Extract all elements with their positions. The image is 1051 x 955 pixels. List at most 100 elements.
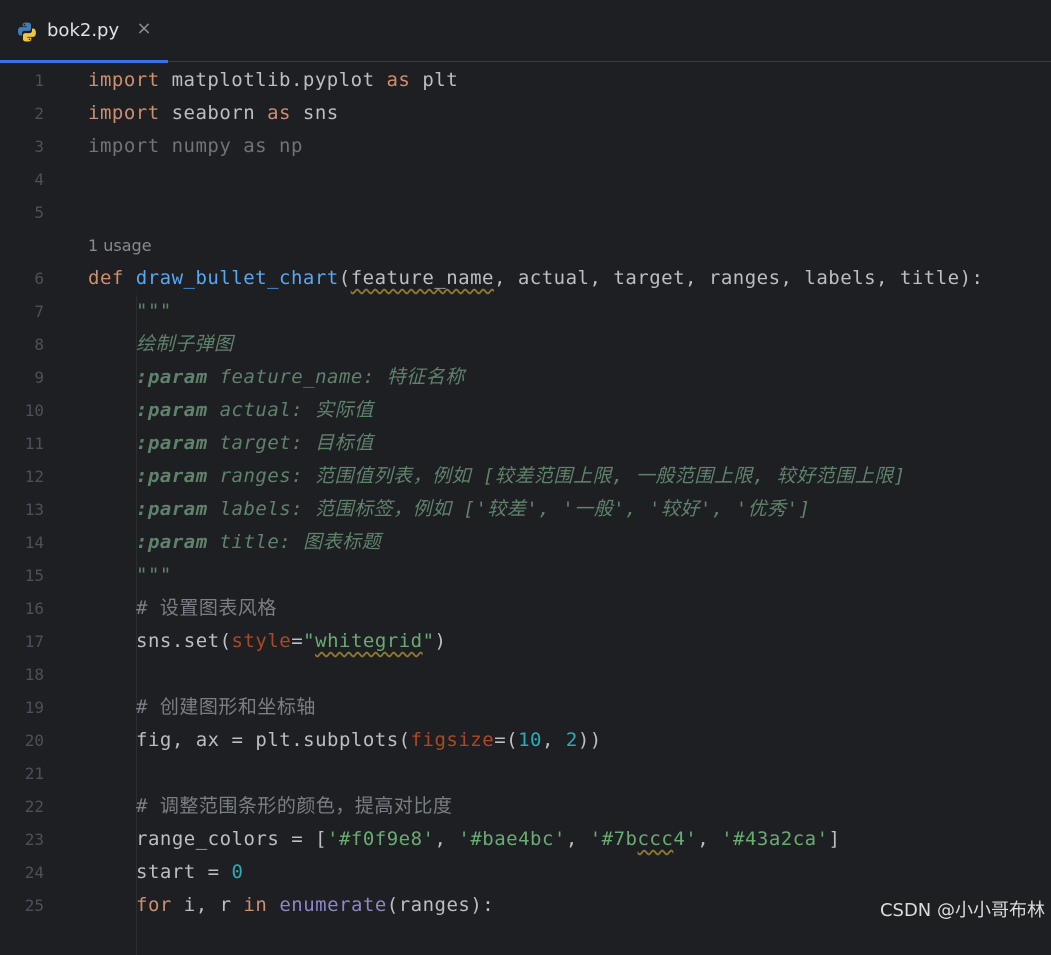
docstring-tag: :param — [136, 399, 208, 421]
code-token: ( — [338, 267, 351, 289]
number-token: 0 — [231, 861, 244, 883]
comment-token: # 创建图形和坐标轴 — [136, 696, 316, 718]
code-token: , — [434, 828, 459, 850]
code-line: 22 # 调整范围条形的颜色，提高对比度 — [0, 790, 1051, 823]
string-token: " — [422, 630, 435, 652]
code-line: 2 import seaborn as sns — [0, 97, 1051, 130]
line-number: 3 — [34, 137, 44, 156]
docstring-token: labels: — [207, 498, 316, 520]
docstring-token: 图表标题 — [303, 531, 382, 553]
code-token: start = — [136, 861, 232, 883]
code-line: 23 range_colors = ['#f0f9e8', '#bae4bc',… — [0, 823, 1051, 856]
code-token: , actual, target, ranges, labels, title)… — [493, 267, 984, 289]
code-line: 19 # 创建图形和坐标轴 — [0, 691, 1051, 724]
docstring-tag: :param — [136, 366, 208, 388]
keyword-token: import — [88, 69, 160, 91]
editor-tab-bar: bok2.py × — [0, 0, 1051, 63]
code-token: sns — [290, 102, 339, 124]
line-number: 15 — [24, 566, 44, 585]
docstring-token: target: — [207, 432, 316, 454]
code-token: )) — [577, 729, 602, 751]
code-token: i, r — [171, 894, 244, 916]
line-number: 19 — [24, 698, 44, 717]
line-number: 5 — [34, 203, 44, 222]
code-token: , — [697, 828, 722, 850]
line-number: 21 — [24, 764, 44, 783]
string-token: '#f0f9e8' — [327, 828, 435, 850]
keyword-token: def — [88, 267, 124, 289]
code-token: range_colors = [ — [136, 828, 328, 850]
code-line: 17 sns.set(style="whitegrid") — [0, 625, 1051, 658]
line-number: 6 — [34, 269, 44, 288]
code-line: 3 import numpy as np — [0, 130, 1051, 163]
code-line: 1 import matplotlib.pyplot as plt — [0, 64, 1051, 97]
file-tab-bok2[interactable]: bok2.py × — [0, 0, 168, 63]
unused-import-line: import numpy as np — [88, 135, 303, 157]
code-line: 15 """ — [0, 559, 1051, 592]
line-number: 13 — [24, 500, 44, 519]
usage-inlay-hint[interactable]: 1 usage — [88, 229, 152, 262]
code-line: 13 :param labels: 范围标签，例如 ['较差', '一般', '… — [0, 493, 1051, 526]
tab-title: bok2.py — [47, 20, 120, 41]
builtin-token: enumerate — [279, 894, 387, 916]
code-token: (ranges): — [386, 894, 495, 916]
code-line: 14 :param title: 图表标题 — [0, 526, 1051, 559]
keyword-token: for — [136, 894, 172, 916]
docstring-token: ranges: — [207, 465, 316, 487]
line-number: 25 — [24, 896, 44, 915]
line-number: 20 — [24, 731, 44, 750]
code-token: sns.set( — [136, 630, 232, 652]
line-number: 2 — [34, 104, 44, 123]
code-token: = — [291, 630, 304, 652]
code-token: matplotlib.pyplot — [159, 69, 387, 91]
number-token: 10 — [518, 729, 542, 751]
string-token: 4' — [673, 828, 698, 850]
docstring-token: 范围标签，例如 ['较差', '一般', '较好', '优秀'] — [315, 498, 811, 520]
string-token-typo: ccc — [637, 828, 674, 850]
code-line: 16 # 设置图表风格 — [0, 592, 1051, 625]
string-token: " — [303, 630, 316, 652]
line-number: 8 — [34, 335, 44, 354]
code-line: 21 — [0, 757, 1051, 790]
close-tab-icon[interactable]: × — [134, 18, 154, 40]
code-token: ] — [828, 828, 841, 850]
keyword-token: as — [267, 102, 291, 124]
code-line: 8 绘制子弹图 — [0, 328, 1051, 361]
docstring-tag: :param — [136, 465, 208, 487]
line-number: 18 — [24, 665, 44, 684]
line-number: 4 — [34, 170, 44, 189]
code-token: ) — [434, 630, 447, 652]
code-line: 9 :param feature_name: 特征名称 — [0, 361, 1051, 394]
docstring-token: title: — [207, 531, 304, 553]
number-token: 2 — [565, 729, 578, 751]
inlay-hint-line: 1 usage — [0, 229, 1051, 262]
docstring-token: 范围值列表，例如 [较差范围上限, 一般范围上限, 较好范围上限] — [315, 465, 906, 487]
docstring-token: 目标值 — [315, 432, 374, 454]
line-number: 22 — [24, 797, 44, 816]
code-line: 12 :param ranges: 范围值列表，例如 [较差范围上限, 一般范围… — [0, 460, 1051, 493]
line-number: 10 — [24, 401, 44, 420]
code-line: 11 :param target: 目标值 — [0, 427, 1051, 460]
line-number: 23 — [24, 830, 44, 849]
code-line: 6 def draw_bullet_chart(feature_name, ac… — [0, 262, 1051, 295]
keyword-token: in — [243, 894, 268, 916]
keyword-token: as — [386, 69, 411, 91]
docstring-token: actual: — [207, 399, 316, 421]
docstring-tag: :param — [136, 531, 208, 553]
docstring-token: """ — [136, 564, 172, 586]
code-editor[interactable]: 1 import matplotlib.pyplot as plt 2 impo… — [0, 63, 1051, 955]
code-line: 7 """ — [0, 295, 1051, 328]
docstring-token: 实际值 — [315, 399, 374, 421]
function-name-token: draw_bullet_chart — [135, 267, 339, 289]
code-token: , — [565, 828, 590, 850]
docstring-tag: :param — [136, 498, 208, 520]
line-number: 17 — [24, 632, 44, 651]
comment-token: # 设置图表风格 — [136, 597, 277, 619]
string-token: '#43a2ca' — [721, 828, 829, 850]
line-number: 11 — [24, 434, 44, 453]
docstring-token: """ — [136, 300, 172, 322]
string-token: '#7b — [589, 828, 638, 850]
line-number: 12 — [24, 467, 44, 486]
